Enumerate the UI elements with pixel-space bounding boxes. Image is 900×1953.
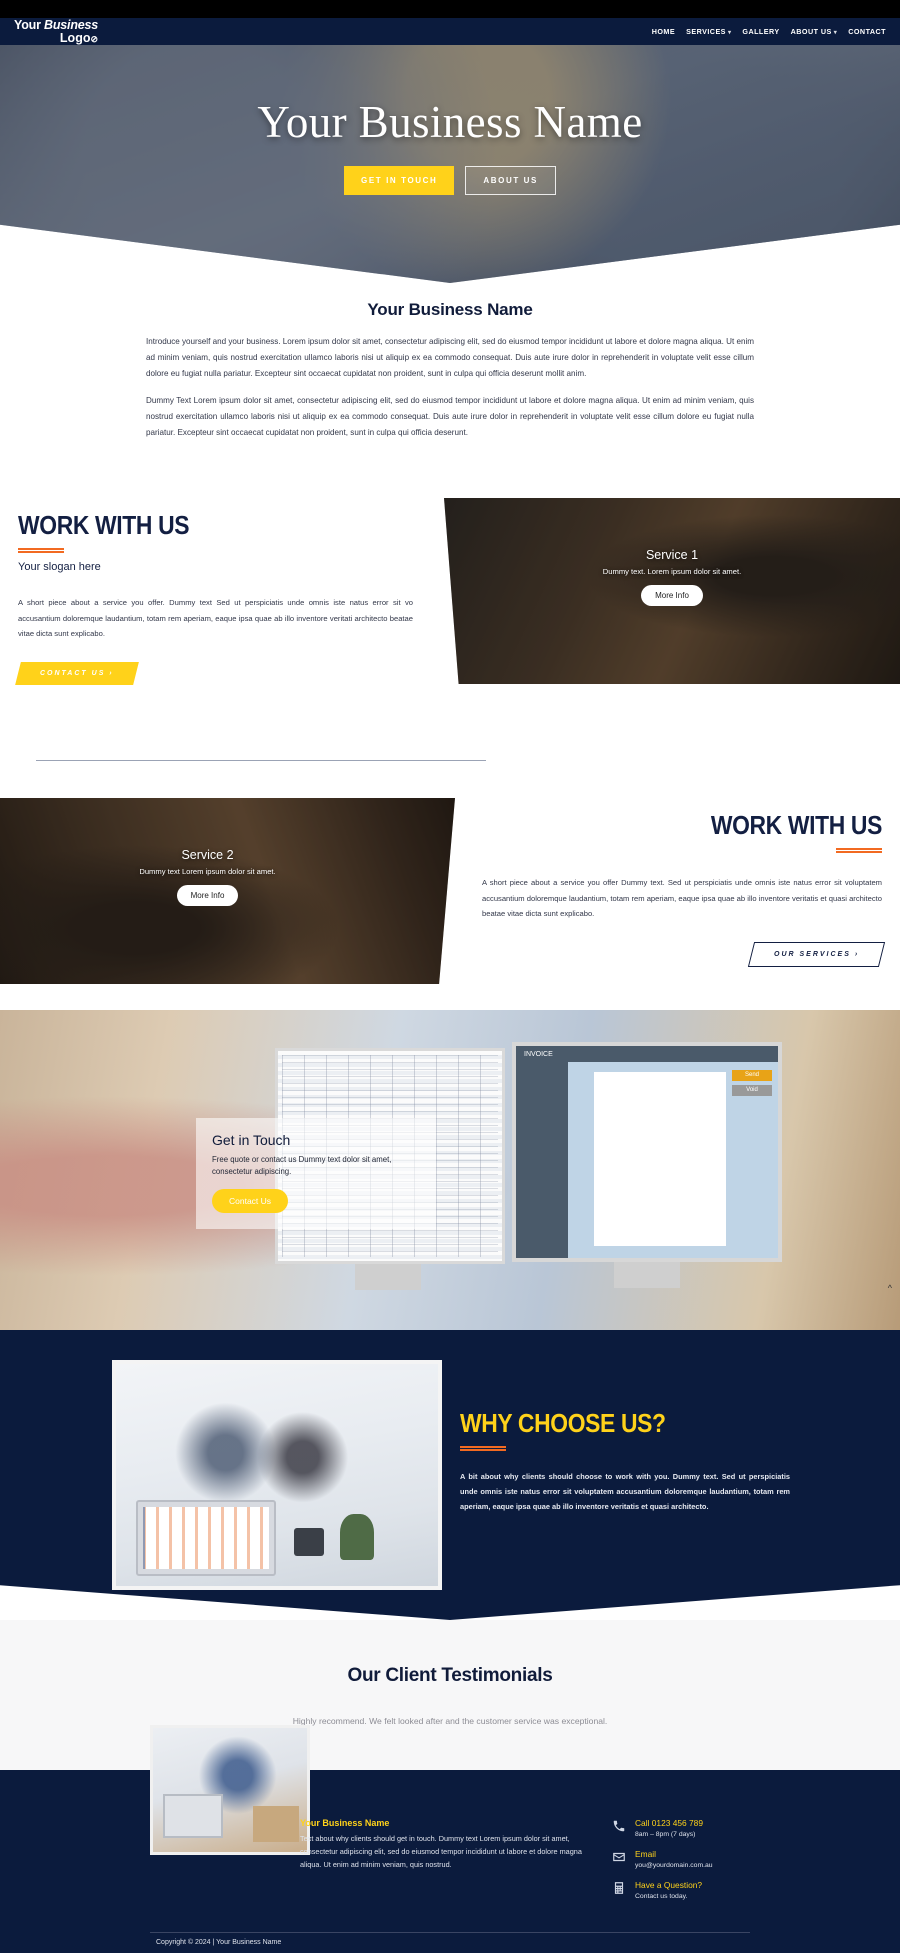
testimonials-heading: Our Client Testimonials — [347, 1665, 553, 1686]
footer-business-name: Your Business Name — [300, 1818, 390, 1828]
service-two-more-info-button[interactable]: More Info — [176, 885, 239, 906]
nav-item-services[interactable]: SERVICES ▾ — [686, 27, 731, 36]
contact-row-email[interactable]: Email you@yourdomain.com.au — [612, 1849, 842, 1869]
section-two-heading: WORK WITH US — [710, 810, 883, 840]
chevron-down-icon: ▾ — [727, 30, 732, 36]
logo-line1: Your — [14, 18, 45, 32]
main-navigation-bar: Your Business Logo⊘ HOME SERVICES ▾ GALLE… — [0, 18, 900, 45]
nav-item-about-us[interactable]: ABOUT US ▾ — [791, 27, 838, 36]
service-two-subtitle: Dummy text Lorem ipsum dolor sit amet. — [139, 867, 276, 876]
service-two-card[interactable]: Service 2 Dummy text Lorem ipsum dolor s… — [0, 798, 455, 984]
browser-chrome-bar — [0, 0, 900, 18]
nav-item-gallery[interactable]: GALLERY — [742, 27, 779, 36]
nav-item-home[interactable]: HOME — [652, 27, 675, 36]
testimonial-author: Toni P — [0, 1736, 900, 1746]
service-one-card[interactable]: Service 1 Dummy text. Lorem ipsum dolor … — [444, 498, 900, 684]
testimonials-section: Our Client Testimonials Highly recommend… — [0, 1620, 900, 1770]
contact-question-title: Have a Question? — [635, 1880, 703, 1890]
site-logo[interactable]: Your Business Logo⊘ — [14, 19, 98, 44]
section-one-slogan: Your slogan here — [18, 561, 101, 573]
monitor-stand — [614, 1262, 680, 1288]
service-one-more-info-button[interactable]: More Info — [641, 585, 703, 606]
contact-question-sub: Contact us today. — [635, 1893, 688, 1900]
get-in-touch-band: INVOICE Send Void Get in Touch Free quot… — [0, 1010, 900, 1330]
contact-row-phone[interactable]: Call 0123 456 789 8am – 8pm (7 days) — [612, 1818, 842, 1838]
footer-photo — [150, 1725, 310, 1855]
footer-screen-graphic — [163, 1794, 223, 1838]
invoice-app-sidebar — [516, 1062, 568, 1258]
contact-us-button[interactable]: CONTACT US › — [15, 661, 139, 685]
contact-row-question[interactable]: Have a Question? Contact us today. — [612, 1880, 842, 1900]
heading-rule — [460, 1446, 506, 1451]
get-in-touch-body: Free quote or contact us Dummy text dolo… — [212, 1155, 392, 1177]
chevron-down-icon: ▾ — [833, 30, 838, 36]
laptop-graphic — [136, 1500, 276, 1576]
get-in-touch-card: Get in Touch Free quote or contact us Du… — [196, 1118, 436, 1229]
section-two-body: A short piece about a service you offer … — [482, 878, 882, 919]
about-us-button[interactable]: ABOUT US — [465, 166, 556, 195]
monitor-stand — [355, 1264, 421, 1290]
invoice-app-topbar: INVOICE — [516, 1046, 778, 1062]
invoice-void-button[interactable]: Void — [732, 1085, 772, 1096]
phone-icon — [613, 1820, 625, 1832]
footer-about-body: Text about why clients should get in tou… — [300, 1834, 582, 1869]
cup-graphic — [294, 1528, 324, 1556]
service-one-title: Service 1 — [645, 548, 699, 562]
site-footer: Your Business Name Text about why client… — [0, 1725, 900, 1953]
footer-box-graphic — [253, 1806, 299, 1842]
intro-heading: Your Business Name — [367, 300, 533, 319]
envelope-icon — [613, 1852, 625, 1862]
work-with-us-section-two: Service 2 Dummy text Lorem ipsum dolor s… — [0, 798, 900, 1000]
heading-rule — [836, 848, 882, 853]
intro-paragraph-1: Introduce yourself and your business. Lo… — [146, 337, 754, 378]
why-choose-us-body: A bit about why clients should choose to… — [460, 1472, 790, 1512]
invoice-send-button[interactable]: Send — [732, 1070, 772, 1081]
section-divider — [36, 760, 486, 761]
copyright-bar: Copyright © 2024 | Your Business Name — [150, 1932, 750, 1946]
invoice-document — [594, 1072, 726, 1246]
logo-line2: Logo — [59, 30, 91, 45]
footer-contact-block: Call 0123 456 789 8am – 8pm (7 days) Emai… — [612, 1818, 842, 1911]
plant-graphic — [340, 1514, 374, 1560]
why-choose-us-section: WHY CHOOSE US? A bit about why clients s… — [0, 1330, 900, 1620]
contact-phone-sub: 8am – 8pm (7 days) — [635, 1831, 696, 1838]
get-in-touch-heading: Get in Touch — [212, 1132, 291, 1148]
scroll-to-top-button[interactable]: ^ — [888, 1283, 892, 1293]
contact-email-title: Email — [635, 1849, 656, 1859]
nav-item-contact[interactable]: CONTACT — [848, 27, 886, 36]
hero-title: Your Business Name — [257, 97, 643, 147]
contact-phone-title: Call 0123 456 789 — [635, 1818, 703, 1828]
heading-rule — [18, 548, 64, 553]
footer-about-block: Your Business Name Text about why client… — [300, 1818, 590, 1871]
contact-email-sub: you@yourdomain.com.au — [635, 1862, 713, 1869]
hero-section: Your Business Name GET IN TOUCH ABOUT US — [0, 18, 900, 283]
testimonial-quote: Highly recommend. We felt looked after a… — [292, 1716, 608, 1726]
intro-section: Your Business Name Introduce yourself an… — [0, 300, 900, 453]
navigation-links: HOME SERVICES ▾ GALLERY ABOUT US ▾ CONTACT — [652, 27, 886, 36]
work-with-us-section-one: WORK WITH US Your slogan here A short pi… — [0, 498, 900, 700]
service-two-title: Service 2 — [181, 848, 234, 862]
section-one-heading: WORK WITH US — [18, 510, 190, 540]
hero-button-group: GET IN TOUCH ABOUT US — [344, 166, 556, 195]
section-one-body: A short piece about a service you offer.… — [18, 598, 413, 639]
invoice-monitor-image: INVOICE Send Void — [512, 1042, 782, 1262]
office-photo — [112, 1360, 442, 1590]
get-in-touch-button[interactable]: GET IN TOUCH — [344, 166, 455, 195]
contact-us-round-button[interactable]: Contact Us — [212, 1188, 289, 1213]
intro-paragraph-2: Dummy Text Lorem ipsum dolor sit amet, c… — [146, 396, 754, 437]
why-choose-us-heading: WHY CHOOSE US? — [460, 1408, 666, 1438]
logo-mark-icon: ⊘ — [90, 33, 99, 44]
our-services-button[interactable]: OUR SERVICES › — [747, 941, 886, 967]
service-one-subtitle: Dummy text. Lorem ipsum dolor sit amet. — [602, 567, 742, 576]
copyright-text: Copyright © 2024 | Your Business Name — [156, 1939, 282, 1946]
calculator-icon — [614, 1882, 624, 1894]
